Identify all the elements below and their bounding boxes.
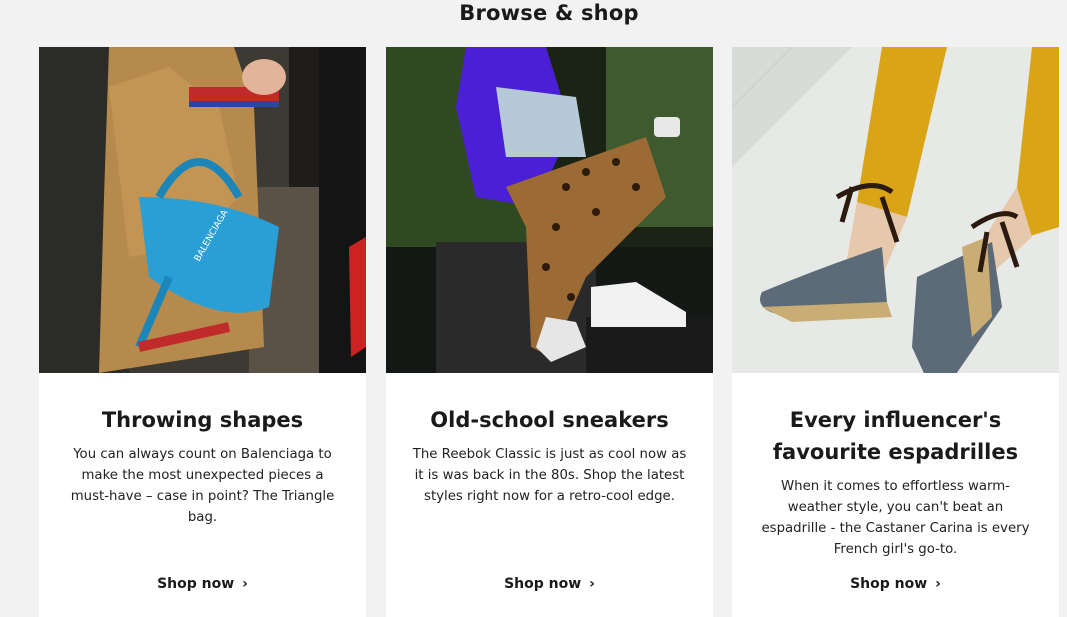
- card-image-bag[interactable]: BALENCIAGA: [39, 47, 366, 373]
- shop-now-link[interactable]: Shop now ›: [39, 576, 366, 592]
- section-title: Browse & shop: [459, 1, 639, 25]
- card-espadrilles[interactable]: Every influencer's favourite espadrilles…: [732, 47, 1059, 617]
- card-title: Throwing shapes: [101, 408, 304, 432]
- chevron-right-icon: ›: [935, 576, 941, 592]
- balenciaga-bag-photo: BALENCIAGA: [39, 47, 366, 373]
- shop-now-label: Shop now: [850, 576, 928, 592]
- card-description: The Reebok Classic is just as cool now a…: [412, 447, 687, 504]
- card-image-sneakers[interactable]: [386, 47, 713, 373]
- reebok-sneakers-photo: [386, 47, 713, 373]
- card-old-school-sneakers[interactable]: Old-school sneakers The Reebok Classic i…: [386, 47, 713, 617]
- card-description: When it comes to effortless warm-weather…: [761, 479, 1030, 557]
- shop-now-link[interactable]: Shop now ›: [386, 576, 713, 592]
- card-image-espadrilles[interactable]: [732, 47, 1059, 373]
- card-title: Every influencer's favourite espadrilles: [772, 408, 1019, 464]
- card-title: Old-school sneakers: [430, 408, 669, 432]
- espadrilles-photo: [732, 47, 1059, 373]
- shop-now-label: Shop now: [157, 576, 235, 592]
- card-description: You can always count on Balenciaga to ma…: [70, 447, 335, 525]
- chevron-right-icon: ›: [242, 576, 248, 592]
- shop-now-link[interactable]: Shop now ›: [732, 576, 1059, 592]
- shop-now-label: Shop now: [504, 576, 582, 592]
- card-throwing-shapes[interactable]: BALENCIAGA Throwing shapes You can alway…: [39, 47, 366, 617]
- chevron-right-icon: ›: [589, 576, 595, 592]
